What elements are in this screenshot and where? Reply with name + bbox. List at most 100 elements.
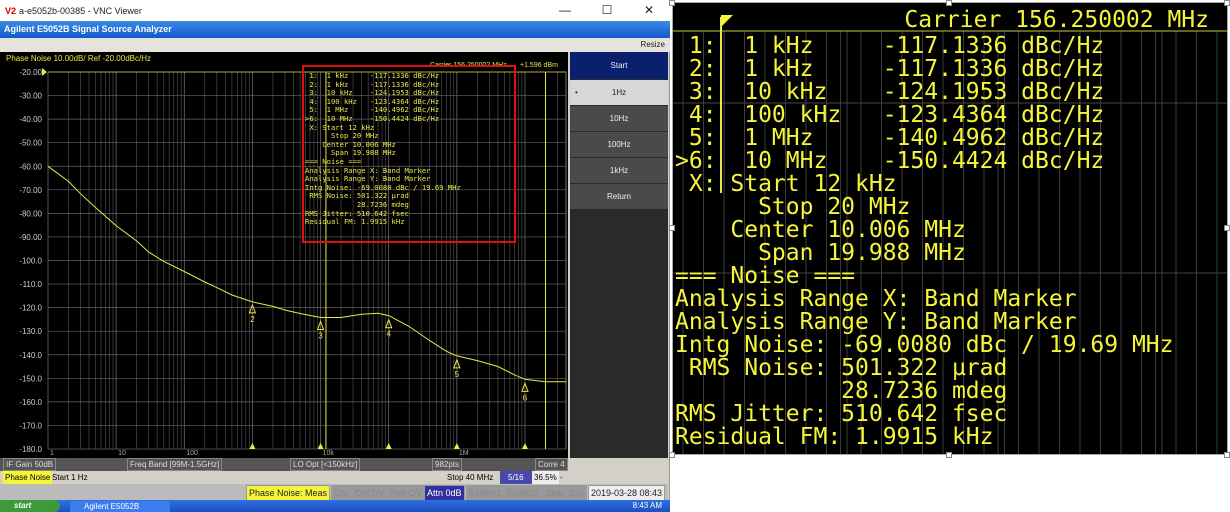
softkey-1khz[interactable]: 1kHz [570,158,668,183]
softkey-title: Start [570,52,668,79]
resize-handle[interactable] [669,0,675,6]
y-tick-label: -60.00 [19,162,42,171]
carrier-label: Carrier 156.250002 MHz [904,7,1209,33]
marker-line: 2: 1 kHz -117.1336 dBc/Hz [675,56,1105,82]
correction: Corre 4 [535,458,568,471]
y-tick-label: -160.0 [19,398,42,407]
marker-label: 3 [318,332,323,341]
marker-line: Span 19.988 MHz [675,240,966,266]
softkey-1hz[interactable]: 1Hz [570,80,668,105]
marker-table-zoom: Carrier 156.250002 MHz 1: 1 kHz -117.133… [672,2,1228,455]
power-readout: +1.596 dBm [520,62,558,69]
y-tick-label: -50.00 [19,139,42,148]
datetime: 2019-03-28 08:43 [588,485,666,501]
if-gain: IF Gain 50dB [3,458,57,471]
status-extref1: ExtRef1 [466,485,505,501]
marker-line: Analysis Range Y: Band Marker [675,309,1077,335]
y-tick-label: -40.00 [19,115,42,124]
meas-state: Phase Noise: Meas [246,485,331,501]
resize-handle[interactable] [946,0,952,6]
marker-line: 4: 100 kHz -123.4364 dBc/Hz [675,102,1105,128]
resize-handle[interactable] [669,225,675,231]
marker-line: 3: 10 kHz -124.1953 dBc/Hz [675,79,1105,105]
y-tick-label: -180.0 [19,445,42,454]
marker-axis-triangle [249,443,256,449]
vnc-logo: V2 [5,5,17,16]
status-attn: Attn 0dB [424,485,465,501]
window-title: a-e5052b-00385 - VNC Viewer [19,5,142,16]
y-tick-label: -120.0 [19,304,42,313]
y-tick-label: -140.0 [19,351,42,360]
percent: 36.5% [532,471,559,484]
trace-header: Phase Noise 10.00dB/ Ref -20.00dBc/Hz [6,54,151,63]
ref-level-arrow [42,68,47,76]
marker-axis-triangle [521,443,528,449]
maximize-button[interactable]: ☐ [586,0,628,21]
points: 982pts [432,458,463,471]
softkey-return[interactable]: Return [570,184,668,209]
y-tick-label: -30.00 [19,92,42,101]
meas-label: Phase Noise [3,471,53,484]
instrument-status-bar: Phase Noise: Meas Cor Ctrl OV Pow OV Att… [0,484,668,501]
marker-label: 6 [523,393,528,402]
start-freq: Start 1 Hz [52,473,88,482]
lo-opt: LO Opt [<150kHz] [290,458,361,471]
status-ctrl-ov: Ctrl OV [352,485,388,501]
taskbar-item[interactable]: Agilent E5052B Signal... [70,501,170,512]
marker-label: 4 [386,330,391,339]
marker-line: RMS Jitter: 510.642 fsec [675,401,1008,427]
marker-axis-triangle [453,443,460,449]
marker-line: RMS Noise: 501.322 µrad [675,355,1008,381]
taskbar: start Agilent E5052B Signal... 8:43 AM [0,500,670,512]
marker-line: Stop 20 MHz [675,194,911,220]
page-indicator: 5/16 [500,471,532,484]
x-tick-label: 1M [459,450,469,457]
resize-handle[interactable] [1224,0,1230,6]
softkey-100hz[interactable]: 100Hz [570,132,668,157]
highlight-box [302,65,516,243]
y-tick-label: -130.0 [19,327,42,336]
marker-line: Intg Noise: -69.0080 dBc / 19.69 MHz [675,332,1174,358]
resize-button[interactable]: Resize [0,38,670,52]
status-stop: Stop [542,485,567,501]
marker-line: >6: 10 MHz -150.4424 dBc/Hz [675,148,1105,174]
resize-handle[interactable] [946,452,952,458]
marker-line: 28.7236 mdeg [675,378,1008,404]
dash: - [560,473,563,482]
marker-line: Center 10.006 MHz [675,217,966,243]
resize-handle[interactable] [1224,452,1230,458]
status-cor: Cor [331,485,352,501]
marker-label: 5 [455,370,460,379]
marker-label: 2 [250,315,255,324]
marker-line: Analysis Range X: Band Marker [675,286,1077,312]
y-tick-label: -70.00 [19,186,42,195]
window-titlebar: V2 a-e5052b-00385 - VNC Viewer — ☐ ✕ [0,0,670,21]
marker-axis-triangle [317,443,324,449]
y-tick-label: -150.0 [19,374,42,383]
y-tick-label: -20.00 [19,68,42,77]
y-tick-label: -100.0 [19,257,42,266]
softkey-10hz[interactable]: 10Hz [570,106,668,131]
y-tick-label: -90.00 [19,233,42,242]
resize-handle[interactable] [669,452,675,458]
marker-line: === Noise === [675,263,856,289]
clock: 8:43 AM [632,501,662,510]
close-button[interactable]: ✕ [628,0,670,21]
status-extref2: ExtRef2 [504,485,543,501]
x-tick-label: 1 [50,450,54,457]
marker-line: 5: 1 MHz -140.4962 dBc/Hz [675,125,1105,151]
x-tick-label: 10k [323,450,335,457]
start-button[interactable]: start [0,500,60,512]
softkey-panel: Start 1Hz 10Hz 100Hz 1kHz Return [570,52,668,458]
x-tick-label: 100 [186,450,198,457]
marker-line: Residual FM: 1.9915 kHz [675,424,994,450]
stop-freq: Stop 40 MHz [447,473,494,482]
status-pow-ov: Pow OV [386,485,426,501]
y-tick-label: -80.00 [19,209,42,218]
marker-flag-icon [721,15,733,27]
freq-band: Freq Band [99M-1.5GHz] [127,458,223,471]
minimize-button[interactable]: — [544,0,586,21]
y-tick-label: -110.0 [20,280,43,289]
marker-line: 1: 1 kHz -117.1336 dBc/Hz [675,33,1105,59]
resize-handle[interactable] [1224,225,1230,231]
